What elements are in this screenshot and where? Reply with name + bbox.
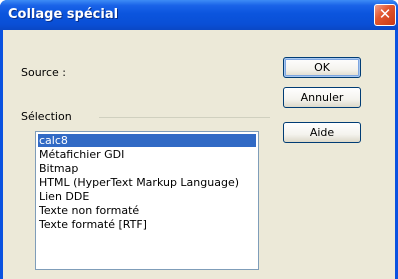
list-item-calc8[interactable]: calc8	[38, 134, 256, 147]
list-item-html[interactable]: HTML (HyperText Markup Language)	[38, 176, 240, 189]
title-bar[interactable]: Collage spécial ✕	[0, 0, 398, 30]
selection-label: Sélection	[21, 110, 72, 123]
list-item-gdi-metafile[interactable]: Métafichier GDI	[38, 148, 125, 161]
list-item-unformatted-text[interactable]: Texte non formaté	[38, 204, 140, 217]
ok-button[interactable]: OK	[283, 57, 361, 78]
list-item-dde-link[interactable]: Lien DDE	[38, 190, 90, 203]
dialog-body: Source : Sélection calc8 Métafichier GDI…	[3, 30, 395, 279]
list-item-rtf-text[interactable]: Texte formaté [RTF]	[38, 218, 148, 231]
help-button[interactable]: Aide	[283, 122, 361, 143]
list-item-bitmap[interactable]: Bitmap	[38, 162, 79, 175]
format-listbox[interactable]: calc8 Métafichier GDI Bitmap HTML (Hyper…	[35, 131, 259, 270]
source-label: Source :	[21, 66, 66, 79]
paste-special-dialog: Collage spécial ✕ Source : Sélection cal…	[0, 0, 398, 279]
close-icon[interactable]: ✕	[374, 4, 396, 26]
selection-group-divider	[99, 117, 270, 118]
dialog-title: Collage spécial	[8, 7, 119, 22]
cancel-button[interactable]: Annuler	[283, 87, 361, 108]
